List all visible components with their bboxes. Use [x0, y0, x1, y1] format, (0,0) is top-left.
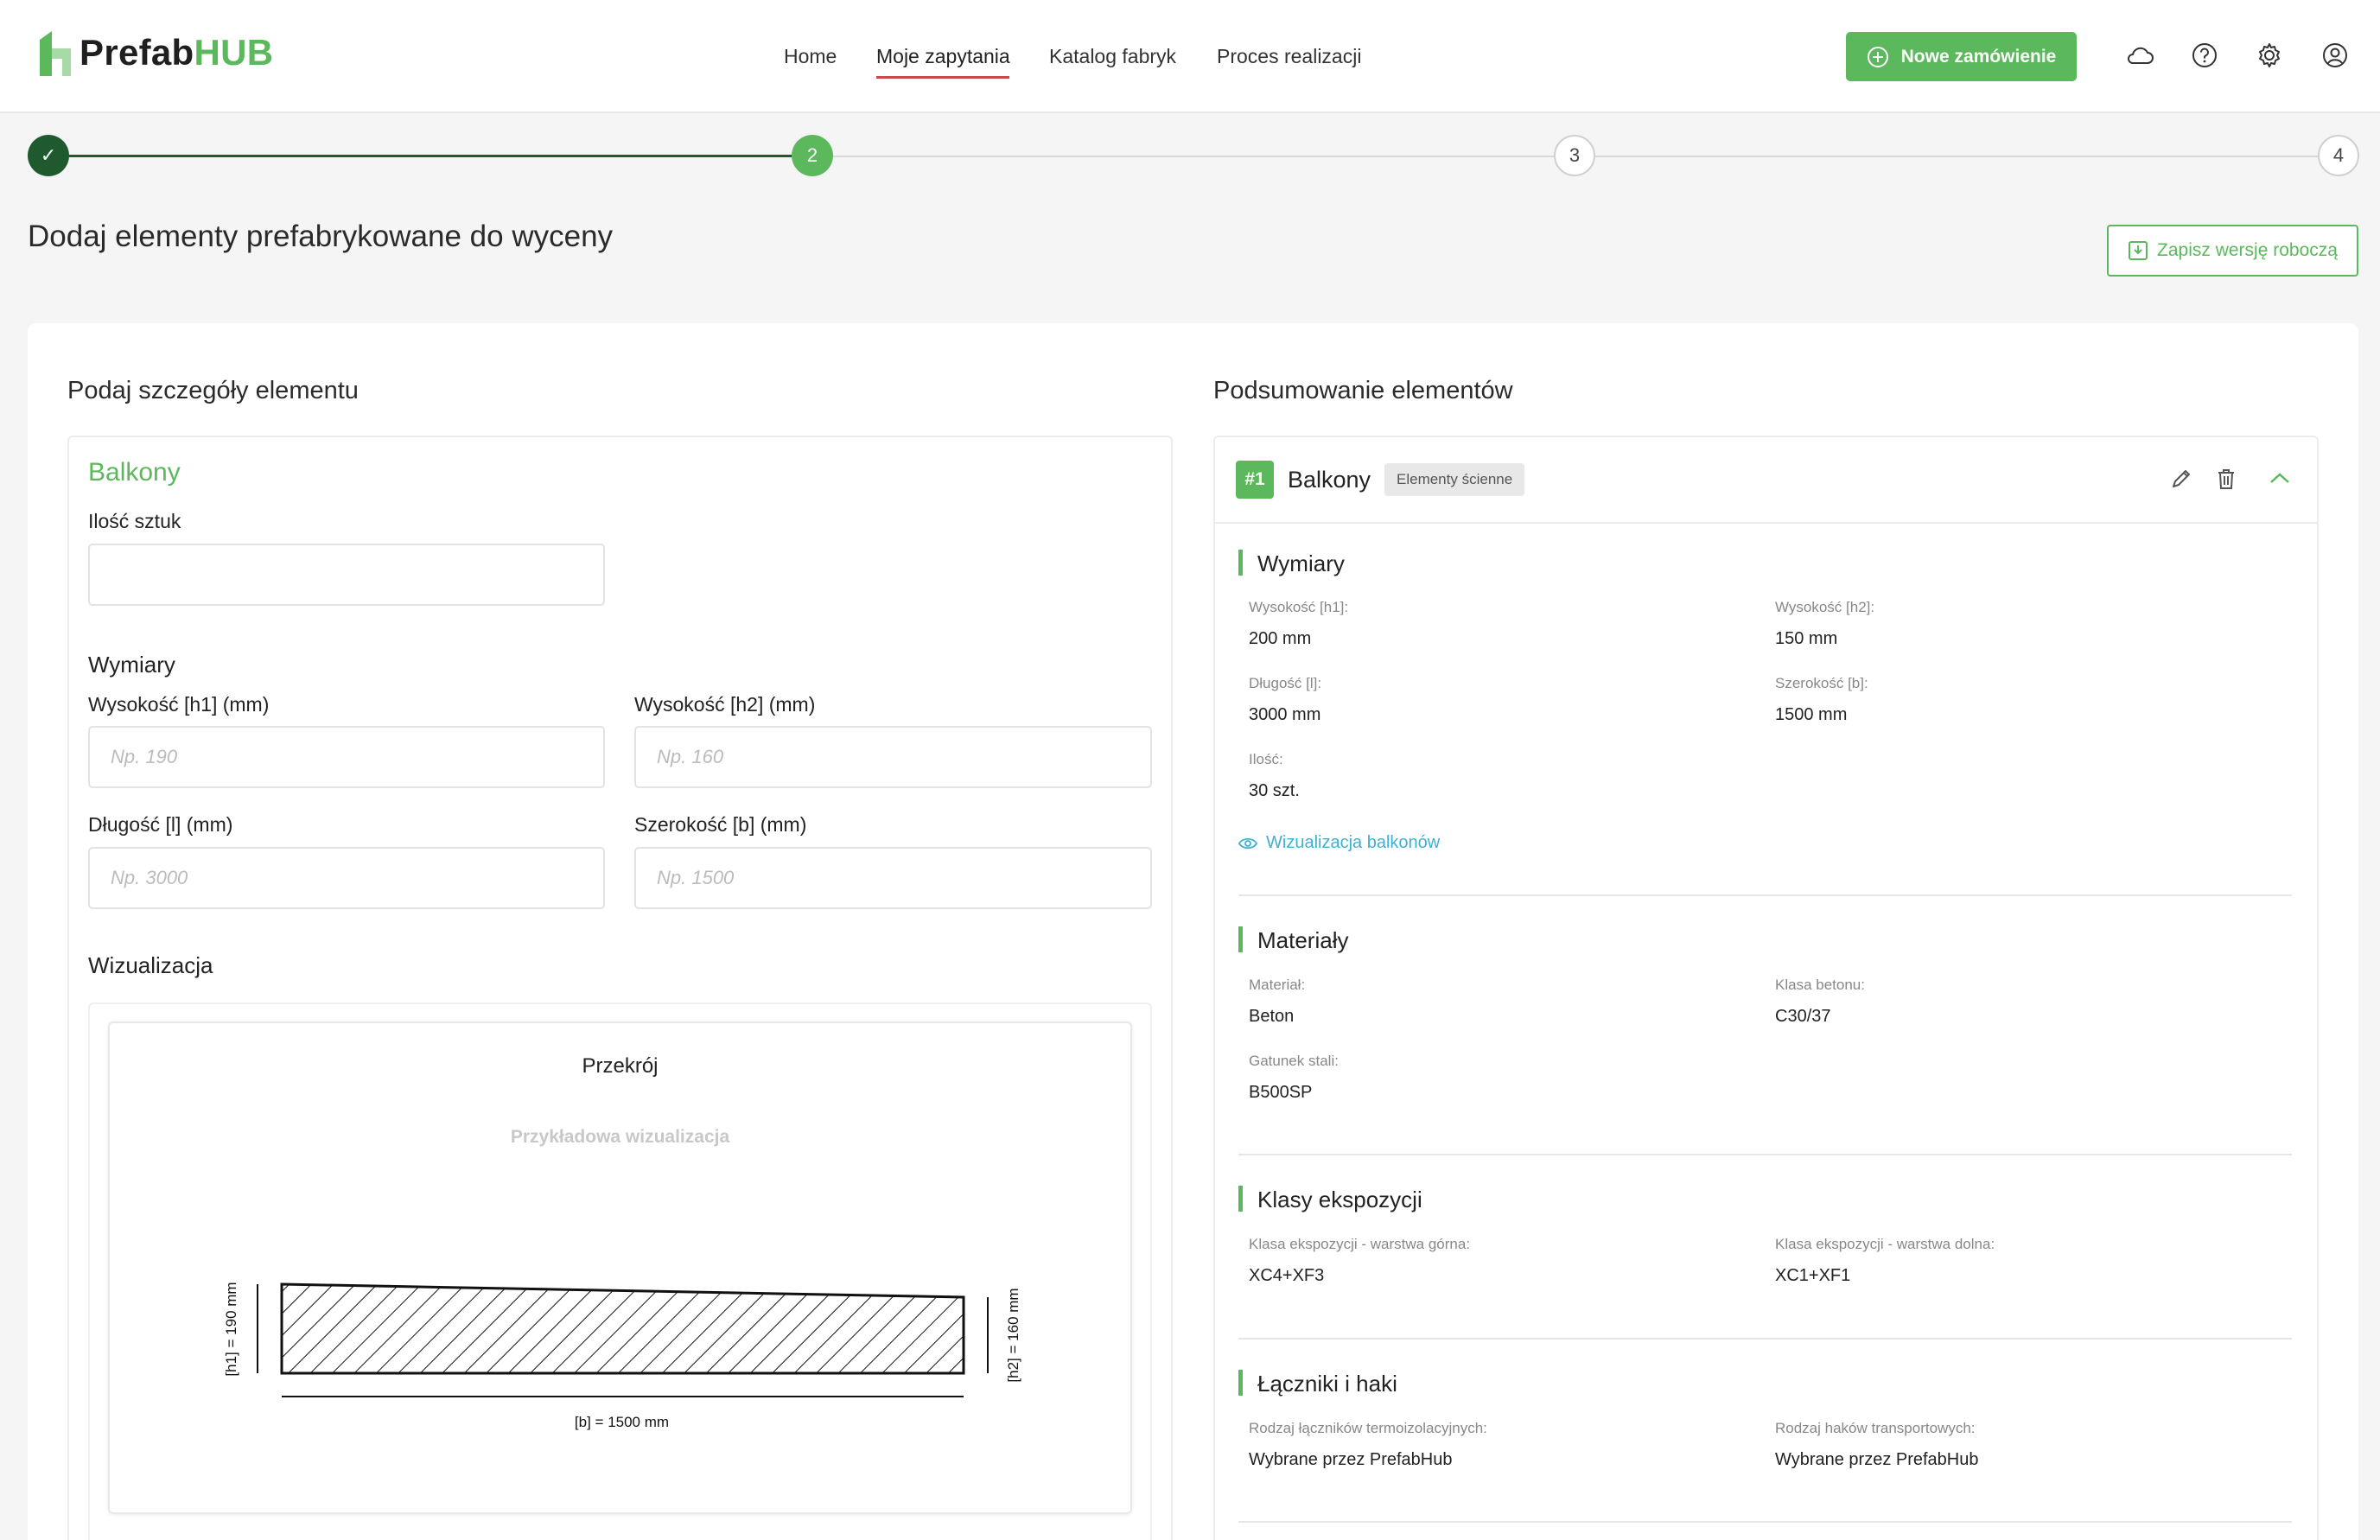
dimensions-group-bar [1238, 550, 1243, 576]
materials-group-bar [1238, 926, 1243, 952]
divider-2 [1238, 1154, 2292, 1155]
download-icon [2129, 241, 2148, 260]
sum-length-value: 3000 mm [1249, 705, 1321, 724]
visualization-canvas: Przekrój Przykładowa wizualizacja [h1] =… [108, 1021, 1132, 1514]
sum-hooks-key: Rodzaj haków transportowych: [1775, 1420, 1976, 1436]
nav-moje-zapytania[interactable]: Moje zapytania [876, 45, 1010, 68]
element-name-title: Balkony [88, 458, 181, 487]
eye-icon [1238, 837, 1257, 849]
progress-stepper: ✓ 2 3 4 [0, 130, 2380, 181]
divider-1 [1238, 894, 2292, 896]
save-draft-button[interactable]: Zapisz wersję roboczą [2107, 225, 2358, 277]
divider-4 [1238, 1521, 2292, 1523]
item-number-badge: #1 [1236, 461, 1274, 499]
visualization-link[interactable]: Wizualizacja balkonów [1238, 833, 1440, 853]
cloud-icon[interactable] [2124, 40, 2155, 71]
chevron-up-icon[interactable] [2269, 470, 2291, 490]
new-order-button[interactable]: Nowe zamówienie [1846, 32, 2077, 81]
balcony-slab-shape [280, 1282, 965, 1375]
summary-section-title: Podsumowanie elementów [1213, 377, 1513, 404]
stepper-line-2-3 [833, 156, 1554, 157]
edit-icon[interactable] [2169, 467, 2193, 495]
step-1-done[interactable]: ✓ [28, 135, 69, 176]
sum-thermo-key: Rodzaj łączników termoizolacyjnych: [1249, 1420, 1487, 1436]
summary-connectors-title: Łączniki i haki [1257, 1371, 1397, 1397]
step-4[interactable]: 4 [2318, 135, 2359, 176]
logo-house-icon [40, 31, 71, 76]
nav-active-underline [876, 76, 1009, 79]
sum-h1-value: 200 mm [1249, 629, 1312, 648]
connectors-group-bar [1238, 1370, 1243, 1396]
sum-h2-value: 150 mm [1775, 629, 1838, 648]
visualization-link-label: Wizualizacja balkonów [1266, 833, 1441, 852]
viz-h1-label: [h1] = 190 mm [223, 1282, 239, 1377]
sum-material-value: Beton [1249, 1007, 1295, 1026]
h1-label: Wysokość [h1] (mm) [88, 693, 270, 716]
sum-exposure-bottom-value: XC1+XF1 [1775, 1266, 1851, 1285]
gear-icon[interactable] [2254, 40, 2285, 71]
viz-b-label: [b] = 1500 mm [574, 1414, 670, 1430]
trash-icon[interactable] [2215, 467, 2237, 495]
length-label: Długość [l] (mm) [88, 813, 233, 836]
stepper-line-1-2 [69, 155, 792, 157]
divider-3 [1238, 1338, 2292, 1340]
plus-circle-icon [1867, 46, 1888, 67]
sum-length-key: Długość [l]: [1249, 675, 1322, 691]
logo-text-hub: HUB [194, 32, 274, 73]
width-label: Szerokość [b] (mm) [634, 813, 807, 836]
summary-exposure-title: Klasy ekspozycji [1257, 1187, 1422, 1212]
quantity-input[interactable] [88, 544, 605, 606]
sum-h1-key: Wysokość [h1]: [1249, 599, 1349, 615]
sum-thermo-value: Wybrane przez PrefabHub [1249, 1450, 1453, 1469]
step-3[interactable]: 3 [1554, 135, 1595, 176]
sum-hooks-value: Wybrane przez PrefabHub [1775, 1450, 1979, 1469]
sum-concrete-value: C30/37 [1775, 1007, 1831, 1026]
new-order-label: Nowe zamówienie [1900, 46, 2057, 67]
dimensions-title: Wymiary [88, 652, 175, 678]
h2-input[interactable]: Np. 160 [634, 726, 1152, 788]
visualization-title: Wizualizacja [88, 952, 213, 978]
sum-qty-key: Ilość: [1249, 751, 1283, 767]
sum-qty-value: 30 szt. [1249, 781, 1300, 800]
cross-section-drawing [257, 1282, 989, 1397]
summary-dimensions-title: Wymiary [1257, 550, 1345, 576]
summary-item-name: Balkony [1288, 467, 1371, 493]
help-icon[interactable] [2189, 40, 2220, 71]
step-2-current[interactable]: 2 [792, 135, 833, 176]
quantity-label: Ilość sztuk [88, 510, 181, 532]
logo[interactable]: Prefab HUB [38, 29, 273, 76]
viz-h2-label: [h2] = 160 mm [1005, 1288, 1021, 1383]
stepper-line-3-4 [1595, 156, 2318, 157]
page-title: Dodaj elementy prefabrykowane do wyceny [28, 220, 614, 253]
nav-home[interactable]: Home [784, 45, 837, 68]
sum-steel-value: B500SP [1249, 1083, 1313, 1102]
h2-label: Wysokość [h2] (mm) [634, 693, 816, 716]
sum-steel-key: Gatunek stali: [1249, 1053, 1339, 1069]
sum-exposure-bottom-key: Klasa ekspozycji - warstwa dolna: [1775, 1236, 1995, 1252]
h1-input[interactable]: Np. 190 [88, 726, 605, 788]
form-section-title: Podaj szczegóły elementu [67, 377, 359, 404]
width-input[interactable]: Np. 1500 [634, 847, 1152, 909]
nav-katalog-fabryk[interactable]: Katalog fabryk [1049, 45, 1176, 68]
length-input[interactable]: Np. 3000 [88, 847, 605, 909]
sum-exposure-top-key: Klasa ekspozycji - warstwa górna: [1249, 1236, 1471, 1252]
summary-materials-title: Materiały [1257, 927, 1349, 953]
top-header: Prefab HUB Home Moje zapytania Katalog fa… [0, 0, 2380, 113]
summary-item-header[interactable] [1214, 437, 2318, 524]
exposure-group-bar [1238, 1186, 1243, 1212]
sum-width-key: Szerokość [b]: [1775, 675, 1868, 691]
user-account-icon[interactable] [2320, 40, 2351, 71]
sum-concrete-key: Klasa betonu: [1775, 977, 1865, 993]
sum-material-key: Materiał: [1249, 977, 1306, 993]
logo-text-prefab: Prefab [80, 32, 194, 73]
sum-exposure-top-value: XC4+XF3 [1249, 1266, 1325, 1285]
sum-h2-key: Wysokość [h2]: [1775, 599, 1875, 615]
sum-width-value: 1500 mm [1775, 705, 1848, 724]
save-draft-label: Zapisz wersję roboczą [2157, 240, 2338, 260]
item-category-tag: Elementy ścienne [1384, 463, 1525, 496]
nav-proces-realizacji[interactable]: Proces realizacji [1217, 45, 1361, 68]
